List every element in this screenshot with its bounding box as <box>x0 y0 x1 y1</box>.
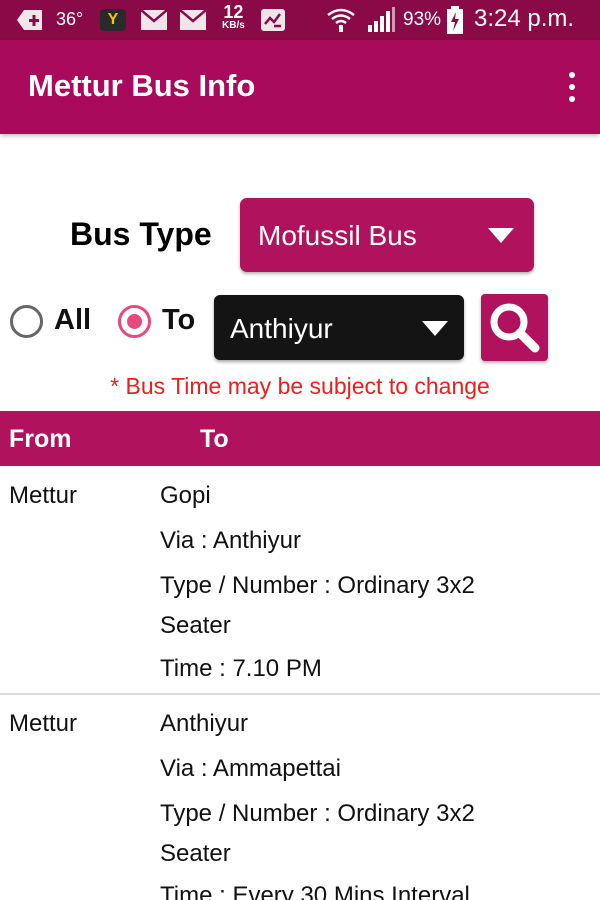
table-header: From To <box>0 411 600 466</box>
dropdown-arrow-icon <box>488 228 514 243</box>
status-bar: 36° Y 12 KB/s 93% 3:24 p.m. <box>0 0 600 40</box>
destination-dropdown[interactable]: Anthiyur <box>214 295 464 360</box>
radio-all[interactable] <box>10 305 43 338</box>
battery-percent: 93% <box>403 9 442 30</box>
battery-charging-icon <box>446 6 464 34</box>
yahoo-icon: Y <box>100 6 126 34</box>
radio-to[interactable] <box>118 305 151 338</box>
bus-type-value: Mofussil Bus <box>258 220 417 251</box>
column-header-to: To <box>200 425 229 453</box>
row-via: Via : Anthiyur <box>160 527 301 554</box>
search-button[interactable] <box>481 294 548 361</box>
schedule-disclaimer: * Bus Time may be subject to change <box>110 373 490 399</box>
destination-value: Anthiyur <box>230 313 333 344</box>
row-time: Time : Every 30 Mins Interval <box>160 882 470 900</box>
row-to: Gopi <box>160 482 211 509</box>
app-bar: Mettur Bus Info <box>0 40 600 134</box>
row-from: Mettur <box>9 710 78 737</box>
column-header-from: From <box>9 425 72 453</box>
network-speed: 12 KB/s <box>222 2 245 32</box>
row-to: Anthiyur <box>160 710 249 737</box>
table-row[interactable]: Mettur Gopi Via : Anthiyur Type / Number… <box>0 466 600 694</box>
mail-icon <box>141 6 167 34</box>
temperature-text: 36° <box>56 9 84 29</box>
add-notification-icon <box>16 6 44 34</box>
row-from: Mettur <box>9 482 78 509</box>
clock: 3:24 p.m. <box>474 5 575 32</box>
mail-icon-2 <box>180 6 206 34</box>
table-row[interactable]: Mettur Anthiyur Via : Ammapettai Type / … <box>0 695 600 900</box>
dropdown-arrow-icon <box>422 321 448 336</box>
speed-value: 12 <box>223 2 244 22</box>
signal-icon <box>366 6 396 34</box>
app-title: Mettur Bus Info <box>28 68 256 103</box>
bus-type-label: Bus Type <box>70 216 212 252</box>
radio-to-label[interactable]: To <box>162 304 195 337</box>
row-time: Time : 7.10 PM <box>160 655 322 682</box>
row-type-cont: Seater <box>160 840 231 867</box>
wifi-icon <box>326 6 356 34</box>
row-type-cont: Seater <box>160 612 231 639</box>
bus-type-dropdown[interactable]: Mofussil Bus <box>240 198 534 272</box>
radio-all-label[interactable]: All <box>54 304 91 337</box>
more-vert-icon[interactable] <box>566 72 578 102</box>
row-via: Via : Ammapettai <box>160 755 341 782</box>
search-icon <box>490 303 540 353</box>
row-type: Type / Number : Ordinary 3x2 <box>160 572 475 599</box>
row-type: Type / Number : Ordinary 3x2 <box>160 800 475 827</box>
speed-unit: KB/s <box>222 20 245 31</box>
analytics-app-icon <box>260 6 286 34</box>
